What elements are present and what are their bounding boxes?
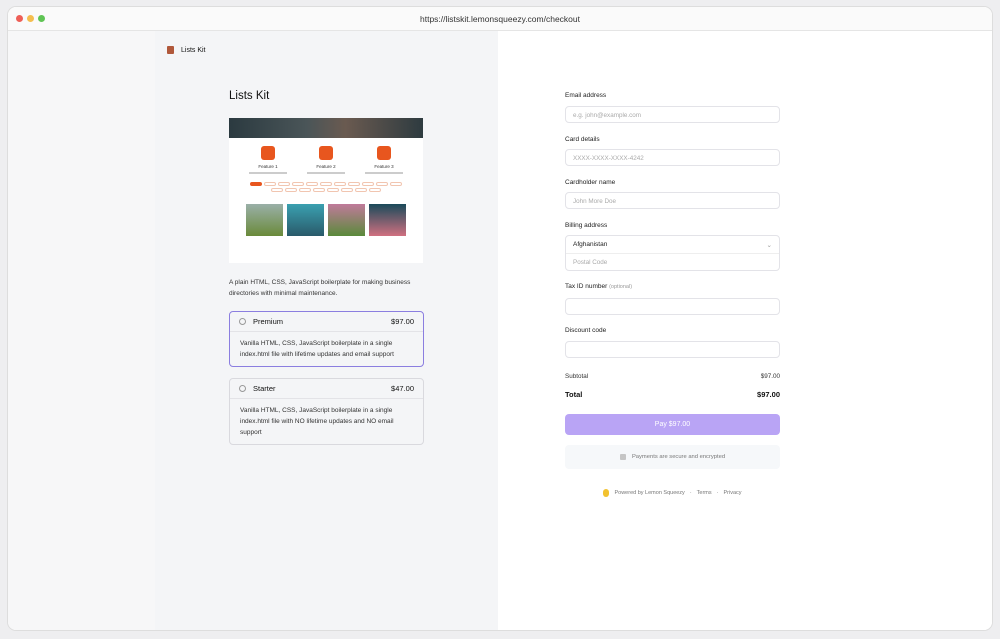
- cardholder-label: Cardholder name: [565, 179, 616, 186]
- postal-code-input[interactable]: Postal Code: [566, 254, 779, 271]
- privacy-link[interactable]: Privacy: [723, 490, 741, 496]
- tax-id-label: Tax ID number (optional): [565, 283, 633, 290]
- discount-input[interactable]: [565, 341, 780, 358]
- chevron-down-icon: ⌄: [766, 242, 772, 249]
- image-thumb: [328, 204, 365, 236]
- store-name: Lists Kit: [181, 46, 206, 54]
- tax-id-input[interactable]: [565, 298, 780, 315]
- map-icon: [261, 146, 275, 160]
- product-panel: Lists Kit Lists Kit Feature 1 Feature 2 …: [8, 31, 498, 630]
- image-thumb: [246, 204, 283, 236]
- address-bar[interactable]: https://listskit.lemonsqueezy.com/checko…: [8, 14, 992, 24]
- star-hand-icon: [319, 146, 333, 160]
- lemon-squeezy-logo-icon: [603, 489, 610, 497]
- product-description: A plain HTML, CSS, JavaScript boilerplat…: [229, 279, 411, 297]
- cardholder-input[interactable]: John More Doe: [565, 192, 780, 209]
- secure-notice: Payments are secure and encrypted: [565, 445, 780, 469]
- radio-button[interactable]: [239, 318, 246, 325]
- image-feature: Feature 3: [359, 146, 409, 174]
- card-input[interactable]: XXXX-XXXX-XXXX-4242: [565, 149, 780, 166]
- footer: Powered by Lemon Squeezy · Terms · Priva…: [565, 489, 780, 497]
- image-feature: Feature 2: [301, 146, 351, 174]
- checkout-panel: Email address e.g. john@example.com Card…: [498, 31, 992, 630]
- billing-address: Afghanistan ⌄ Postal Code: [565, 235, 780, 271]
- product-title: Lists Kit: [229, 90, 270, 102]
- email-label: Email address: [565, 92, 607, 99]
- lock-icon: [619, 454, 626, 460]
- image-thumb: [287, 204, 324, 236]
- plan-option-starter[interactable]: Starter $47.00 Vanilla HTML, CSS, JavaScr…: [229, 378, 424, 445]
- country-select[interactable]: Afghanistan ⌄: [566, 236, 779, 254]
- total-row: Total $97.00: [565, 390, 780, 399]
- image-thumb: [369, 204, 406, 236]
- radio-button[interactable]: [239, 385, 246, 392]
- email-input[interactable]: e.g. john@example.com: [565, 106, 780, 123]
- image-tags: [229, 174, 423, 192]
- image-feature: Feature 1: [243, 146, 293, 174]
- store-brand[interactable]: Lists Kit: [167, 46, 206, 54]
- image-banner: [229, 118, 423, 138]
- card-label: Card details: [565, 136, 600, 143]
- powered-by-link[interactable]: Powered by Lemon Squeezy: [614, 490, 684, 496]
- plan-price: $97.00: [391, 317, 414, 326]
- title-bar: https://listskit.lemonsqueezy.com/checko…: [8, 7, 992, 31]
- discount-label: Discount code: [565, 327, 607, 334]
- plan-price: $47.00: [391, 384, 414, 393]
- product-image: Feature 1 Feature 2 Feature 3: [229, 118, 423, 263]
- terms-link[interactable]: Terms: [697, 490, 712, 496]
- plan-description: Vanilla HTML, CSS, JavaScript boilerplat…: [240, 407, 394, 436]
- box-icon: [377, 146, 391, 160]
- billing-label: Billing address: [565, 222, 608, 229]
- plan-option-premium[interactable]: Premium $97.00 Vanilla HTML, CSS, JavaScr…: [229, 311, 424, 367]
- store-logo-icon: [167, 46, 174, 54]
- browser-window: https://listskit.lemonsqueezy.com/checko…: [8, 7, 992, 630]
- pay-button[interactable]: Pay $97.00: [565, 414, 780, 435]
- plan-description: Vanilla HTML, CSS, JavaScript boilerplat…: [240, 340, 394, 358]
- subtotal-row: Subtotal $97.00: [565, 373, 780, 380]
